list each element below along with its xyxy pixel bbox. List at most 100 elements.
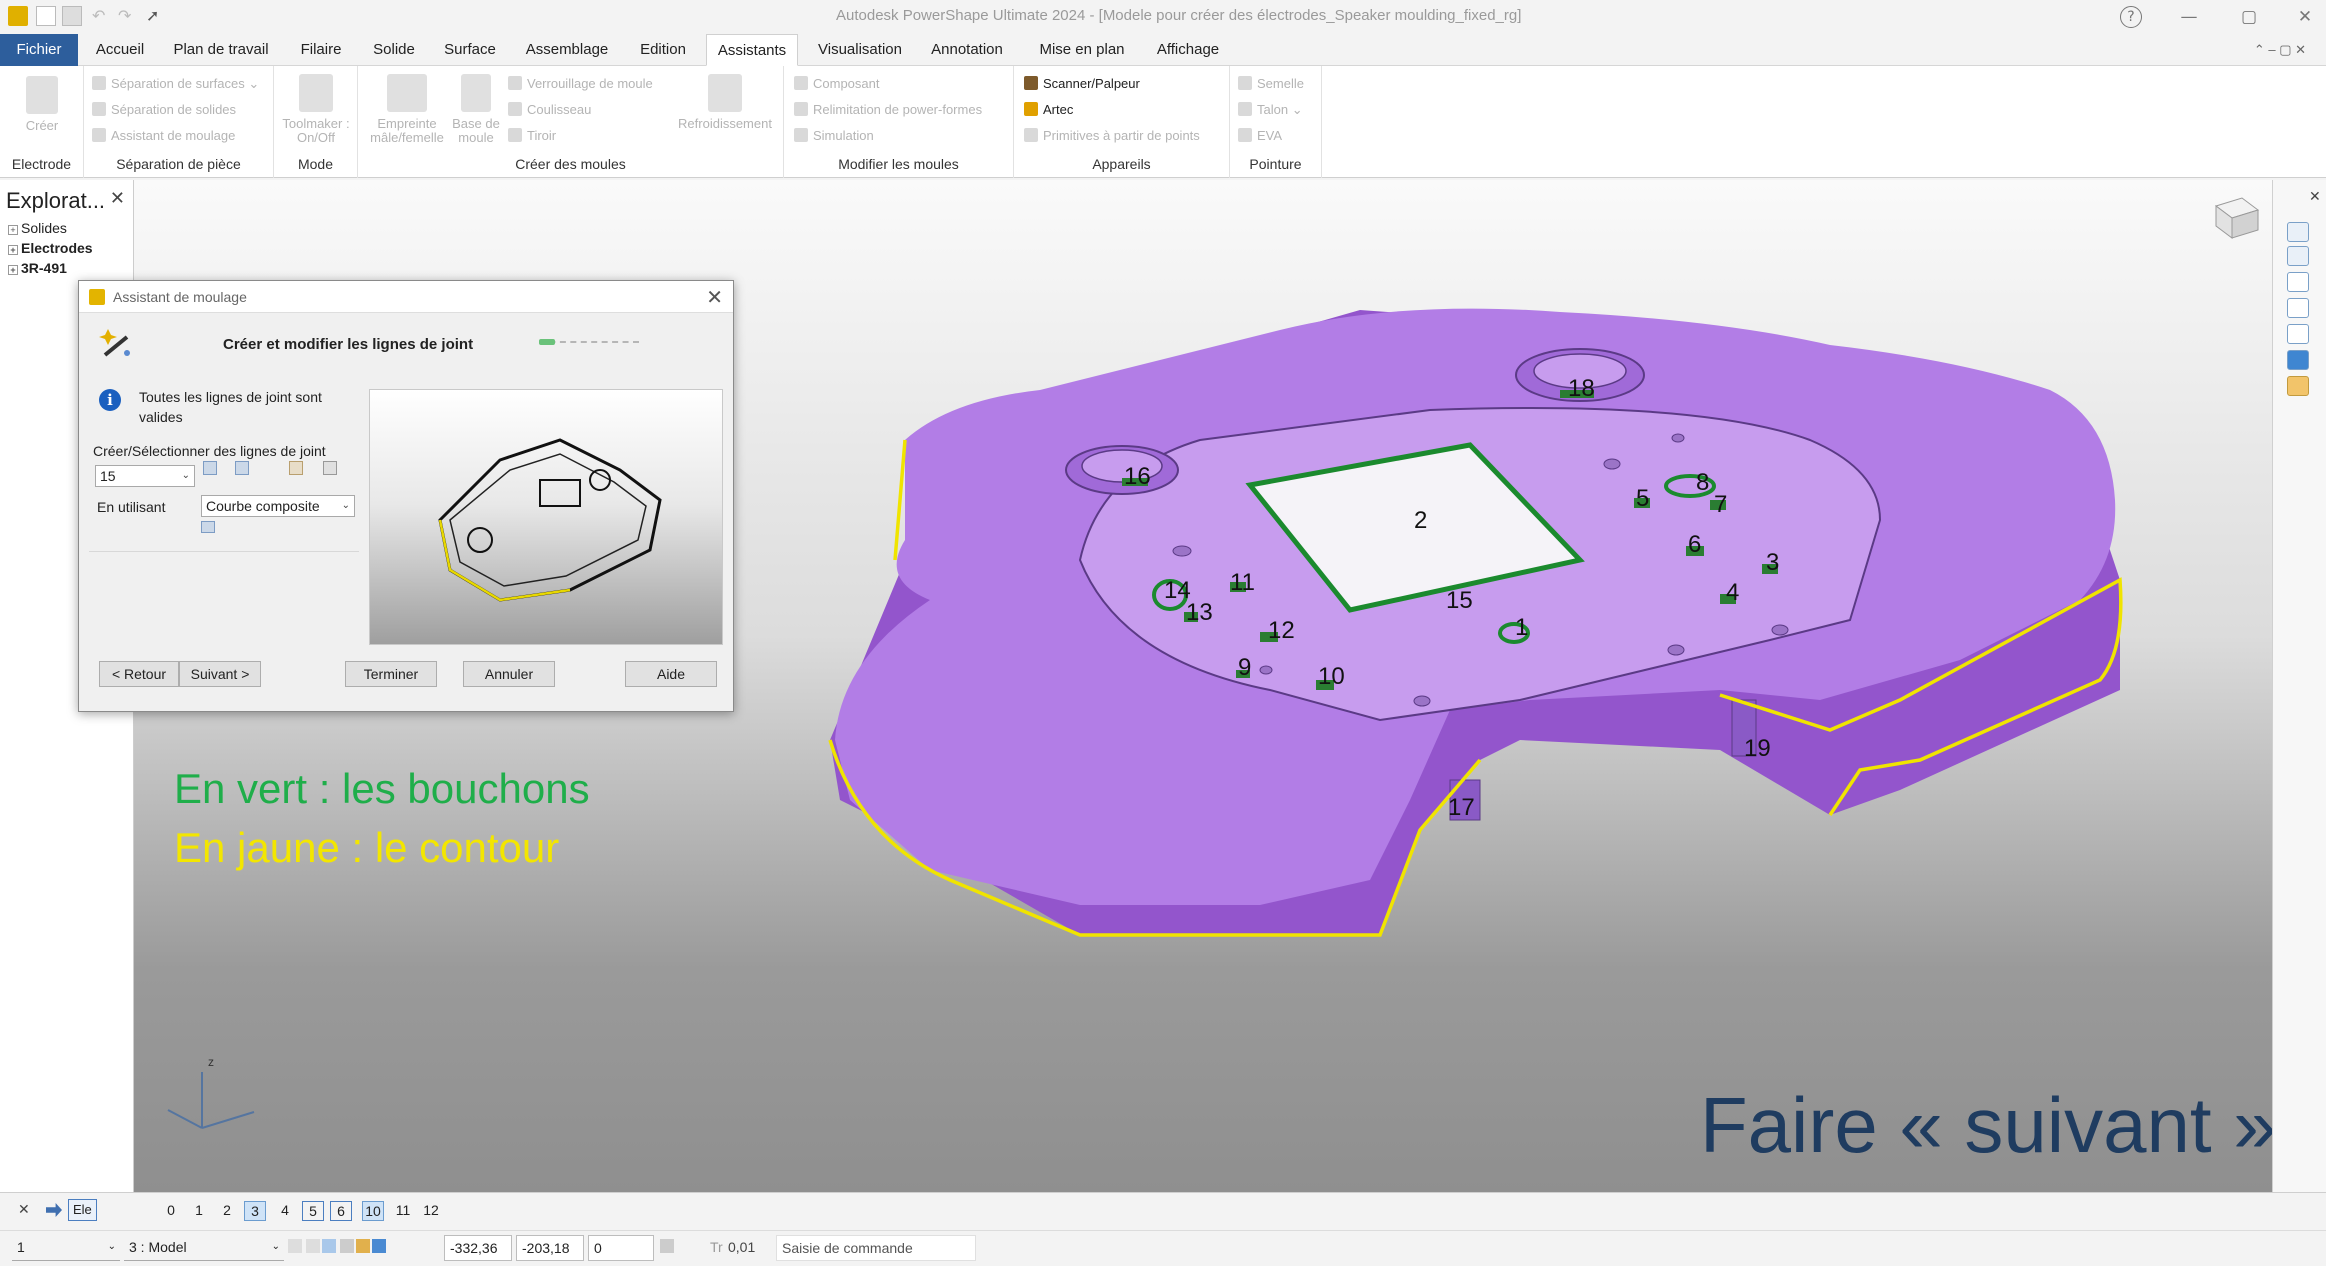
core-cavity-button[interactable]: Empreinte mâle/femelle: [364, 74, 450, 145]
solid-separation-item[interactable]: Séparation de solides: [92, 102, 236, 117]
mould-wizard-item[interactable]: Assistant de moulage: [92, 128, 235, 143]
finish-button[interactable]: Terminer: [345, 661, 437, 687]
field-selector[interactable]: 1 ⌄: [12, 1235, 120, 1261]
expand-icon[interactable]: +: [8, 225, 18, 235]
help-icon[interactable]: ?: [2120, 6, 2142, 28]
level-10[interactable]: 10: [362, 1201, 384, 1221]
back-button[interactable]: < Retour: [99, 661, 179, 687]
tolerance-value[interactable]: 0,01: [728, 1239, 755, 1255]
level-3[interactable]: 3: [244, 1201, 266, 1221]
cancel-button[interactable]: Annuler: [463, 661, 555, 687]
level-bar-close-icon[interactable]: ✕: [18, 1201, 30, 1218]
undo-icon[interactable]: ↶: [92, 6, 112, 26]
parting-line-select[interactable]: 15 ⌄: [95, 465, 195, 487]
tab-fichier[interactable]: Fichier: [0, 34, 78, 66]
tab-filaire[interactable]: Filaire: [290, 34, 352, 66]
color-icon[interactable]: [372, 1239, 386, 1253]
level-0[interactable]: 0: [160, 1201, 182, 1221]
level-arrow-icon[interactable]: [46, 1203, 62, 1217]
coord-y-field[interactable]: -203,18: [516, 1235, 584, 1261]
pick-curve-icon[interactable]: [201, 521, 215, 533]
next-button[interactable]: Suivant >: [179, 661, 261, 687]
edit-line-icon[interactable]: [235, 461, 249, 475]
light-icon[interactable]: [2287, 376, 2309, 396]
calc-icon[interactable]: [660, 1239, 674, 1253]
create-electrode-button[interactable]: Créer: [14, 76, 70, 133]
primitives-from-points-item[interactable]: Primitives à partir de points: [1024, 128, 1200, 143]
line-options-icon[interactable]: [323, 461, 337, 475]
model-selector[interactable]: 3 : Model ⌄: [124, 1235, 284, 1261]
tab-assemblage[interactable]: Assemblage: [518, 34, 616, 66]
ribbon-window-controls[interactable]: ⌃ – ▢ ✕: [2240, 34, 2320, 66]
delete-line-icon[interactable]: [289, 461, 303, 475]
tab-accueil[interactable]: Accueil: [86, 34, 154, 66]
heel-item[interactable]: Talon ⌄: [1238, 102, 1303, 118]
minimize-button[interactable]: —: [2172, 4, 2206, 30]
dialog-close-icon[interactable]: ✕: [706, 285, 723, 310]
new-line-icon[interactable]: [203, 461, 217, 475]
simulation-item[interactable]: Simulation: [794, 128, 874, 143]
tab-mise-en-plan[interactable]: Mise en plan: [1030, 34, 1134, 66]
component-item[interactable]: Composant: [794, 76, 879, 91]
view-top-icon[interactable]: [2287, 222, 2309, 242]
mould-lock-item[interactable]: Verrouillage de moule: [508, 76, 653, 91]
drawer-item[interactable]: Tiroir: [508, 128, 556, 143]
tab-solide[interactable]: Solide: [364, 34, 424, 66]
powerform-trim-item[interactable]: Relimitation de power-formes: [794, 102, 982, 117]
snap-icon[interactable]: [288, 1239, 302, 1253]
surface-separation-item[interactable]: Séparation de surfaces ⌄: [92, 76, 259, 92]
coord-z-field[interactable]: 0: [588, 1235, 654, 1261]
zoom-icon[interactable]: [2287, 298, 2309, 318]
tab-plan-de-travail[interactable]: Plan de travail: [168, 34, 274, 66]
filter-icon[interactable]: [356, 1239, 370, 1253]
view-iso-icon[interactable]: [2287, 246, 2309, 266]
eva-item[interactable]: EVA: [1238, 128, 1282, 143]
artec-item[interactable]: Artec: [1024, 102, 1073, 117]
print-icon[interactable]: [340, 1239, 354, 1253]
tab-assistants[interactable]: Assistants: [706, 34, 798, 66]
dialog-titlebar[interactable]: Assistant de moulage ✕: [79, 281, 733, 313]
tab-visualisation[interactable]: Visualisation: [810, 34, 910, 66]
coord-x-field[interactable]: -332,36: [444, 1235, 512, 1261]
toolmaker-toggle-button[interactable]: Toolmaker : On/Off: [280, 74, 352, 145]
view-toolbar-close-icon[interactable]: ✕: [2309, 188, 2321, 205]
tree-item-solides[interactable]: + Solides: [8, 220, 67, 236]
using-method-select[interactable]: Courbe composite ⌄: [201, 495, 355, 517]
expand-icon[interactable]: +: [8, 265, 18, 275]
command-input[interactable]: Saisie de commande: [776, 1235, 976, 1261]
tab-edition[interactable]: Edition: [630, 34, 696, 66]
mould-base-button[interactable]: Base de moule: [452, 74, 500, 145]
redo-icon[interactable]: ↷: [118, 6, 138, 26]
tree-item-electrodes[interactable]: + Electrodes: [8, 240, 93, 256]
tree-item-3r491[interactable]: +3R-491: [8, 260, 67, 276]
level-11[interactable]: 11: [392, 1201, 414, 1221]
level-6[interactable]: 6: [330, 1201, 352, 1221]
maximize-button[interactable]: ▢: [2232, 4, 2266, 30]
sole-item[interactable]: Semelle: [1238, 76, 1304, 91]
level-2[interactable]: 2: [216, 1201, 238, 1221]
zoom-fit-icon[interactable]: [2287, 324, 2309, 344]
expand-icon[interactable]: +: [8, 245, 18, 255]
level-4[interactable]: 4: [274, 1201, 296, 1221]
select-arrow-icon[interactable]: ➚: [146, 6, 166, 26]
workspace-selector[interactable]: Ele: [68, 1199, 97, 1221]
help-button[interactable]: Aide: [625, 661, 717, 687]
zoom-window-icon[interactable]: [2287, 272, 2309, 292]
grid-icon[interactable]: [322, 1239, 336, 1253]
save-icon[interactable]: [62, 6, 82, 26]
tab-annotation[interactable]: Annotation: [922, 34, 1012, 66]
shaded-view-icon[interactable]: [2287, 350, 2309, 370]
cooling-button[interactable]: Refroidissement: [672, 74, 778, 131]
scanner-probe-item[interactable]: Scanner/Palpeur: [1024, 76, 1140, 91]
level-12[interactable]: 12: [420, 1201, 442, 1221]
view-cube-icon[interactable]: [2214, 197, 2260, 239]
level-1[interactable]: 1: [188, 1201, 210, 1221]
new-file-icon[interactable]: [36, 6, 56, 26]
explorer-close-icon[interactable]: ✕: [110, 188, 125, 209]
tab-affichage[interactable]: Affichage: [1146, 34, 1230, 66]
slider-item[interactable]: Coulisseau: [508, 102, 591, 117]
close-window-button[interactable]: ✕: [2288, 4, 2322, 30]
level-5[interactable]: 5: [302, 1201, 324, 1221]
tab-surface[interactable]: Surface: [436, 34, 504, 66]
lock-icon[interactable]: [306, 1239, 320, 1253]
